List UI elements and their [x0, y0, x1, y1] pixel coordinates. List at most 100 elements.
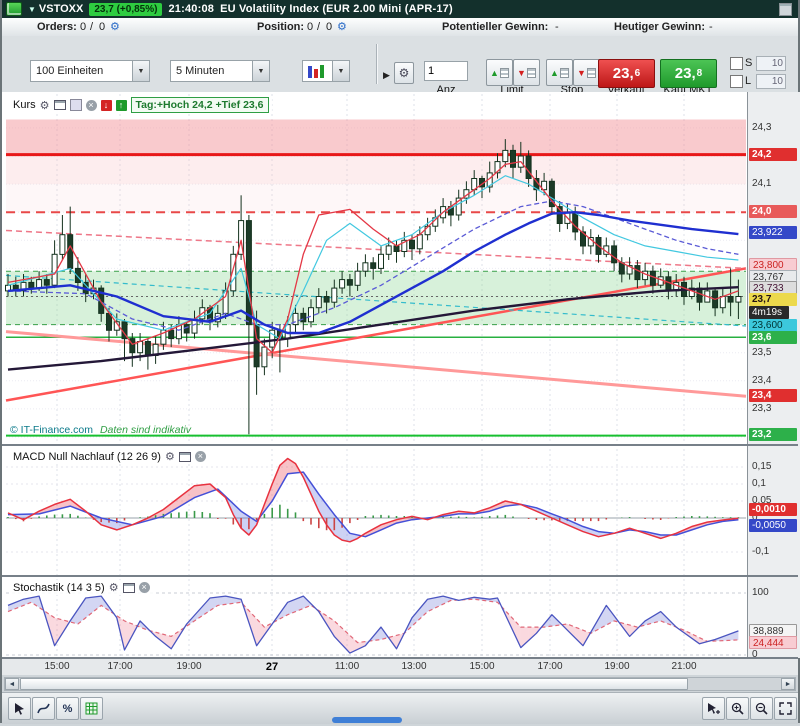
today-gain-value: -: [709, 21, 713, 33]
zoom-out-button[interactable]: [750, 697, 773, 720]
price-panel-header: Kurs ⚙ × ↓ ↑ Tag:+Hoch 24,2 +Tief 23,6: [10, 96, 272, 114]
app-icon: [6, 2, 22, 16]
status-bar: Orders: 0 / 0 ⚙ Position: 0 / 0 ⚙ Potent…: [2, 18, 798, 37]
window-icon[interactable]: [122, 582, 135, 593]
day-range-badge: Tag:+Hoch 24,2 +Tief 23,6: [130, 97, 269, 113]
up-arrow-icon: ▲: [550, 67, 559, 78]
price-axis[interactable]: [747, 92, 800, 658]
buy-market-button[interactable]: 23, 8: [660, 59, 717, 88]
main-toolbar: 100 Einheiten ▼ 5 Minuten ▼ ▼ ▶ ⚙ Anz Li…: [2, 36, 798, 108]
scroll-indicator[interactable]: [332, 717, 402, 723]
sell-stop-button[interactable]: ▼: [573, 59, 600, 86]
price-change-badge: 23,7 (+0,85%): [89, 2, 163, 16]
chevron-down-icon: ▼: [132, 61, 149, 81]
save-icon[interactable]: [69, 99, 82, 111]
stop-loss-label: S: [745, 57, 753, 69]
sell-limit-button[interactable]: ▼: [513, 59, 540, 86]
chart-style-icon: [303, 64, 332, 78]
down-arrow-icon: ▼: [517, 67, 526, 78]
buy-stop-button[interactable]: ▲: [546, 59, 573, 86]
units-value: 100 Einheiten: [36, 65, 104, 77]
zoom-in-icon: [731, 702, 744, 715]
window-title: EU Volatility Index (EUR 2.00 Mini (APR-…: [220, 3, 453, 15]
window-time: 21:40:08: [168, 3, 215, 15]
fit-chart-button[interactable]: [774, 697, 797, 720]
select-zoom-button[interactable]: [702, 697, 725, 720]
stoch-panel-header: Stochastik (14 3 5) ⚙ ×: [10, 580, 153, 595]
limit-profit-label: L: [745, 75, 752, 87]
position-count-2: 0: [326, 21, 333, 33]
sell-market-button[interactable]: 23, 6: [598, 59, 655, 88]
units-dropdown[interactable]: 100 Einheiten ▼: [30, 60, 150, 82]
buy-alert-icon[interactable]: ↑: [115, 99, 127, 111]
orders-count: 0: [80, 21, 87, 33]
limit-profit-checkbox[interactable]: [730, 75, 743, 88]
window-menu-icon[interactable]: [779, 3, 792, 16]
up-arrow-icon: ▲: [490, 67, 499, 78]
window-icon[interactable]: [178, 451, 191, 462]
orders-separator: /: [90, 21, 94, 33]
buy-limit-button[interactable]: ▲: [486, 59, 513, 86]
symbol-dropdown-icon: ▼: [28, 4, 36, 14]
position-settings-icon[interactable]: ⚙: [337, 18, 347, 36]
position-label: Position:: [257, 21, 305, 33]
macd-panel-header: MACD Null Nachlauf (12 26 9) ⚙ ×: [10, 449, 209, 464]
stoch-panel-title: Stochastik (14 3 5): [13, 581, 105, 594]
chart-style-dropdown[interactable]: ▼: [302, 60, 350, 82]
window-icon[interactable]: [53, 100, 66, 110]
chart-area[interactable]: [2, 92, 800, 658]
cursor-tool-button[interactable]: [8, 697, 31, 720]
zoom-out-icon: [755, 702, 768, 715]
order-book-icon: [559, 67, 569, 78]
wrench-icon[interactable]: ⚙: [40, 99, 50, 112]
today-gain-label: Heutiger Gewinn:: [614, 21, 706, 33]
potential-gain-value: -: [555, 21, 559, 33]
watermark-source: © IT-Finance.com: [10, 424, 94, 436]
sell-alert-icon[interactable]: ↓: [100, 99, 112, 111]
wrench-icon[interactable]: ⚙: [109, 581, 119, 594]
panel-separator: [2, 657, 798, 659]
chevron-down-icon: ▼: [252, 61, 269, 81]
close-icon[interactable]: ×: [194, 451, 206, 462]
time-axis[interactable]: [2, 659, 798, 675]
title-bar: ▼ VSTOXX 23,7 (+0,85%) 21:40:08 EU Volat…: [2, 0, 798, 18]
close-icon[interactable]: ×: [138, 582, 150, 593]
quantity-input[interactable]: [424, 61, 468, 81]
watermark-note: Daten sind indikativ: [99, 424, 191, 436]
stop-loss-checkbox[interactable]: [730, 57, 743, 70]
interval-dropdown[interactable]: 5 Minuten ▼: [170, 60, 270, 82]
scrollbar-thumb[interactable]: [20, 678, 688, 690]
expand-icon: [779, 702, 792, 715]
trade-settings-button[interactable]: ⚙: [394, 62, 414, 84]
potential-gain-label: Potentieller Gewinn:: [442, 21, 549, 33]
sell-price: 23,: [612, 65, 634, 82]
chevron-down-icon: ▼: [332, 61, 349, 81]
bottom-toolbar: %: [2, 692, 798, 724]
scroll-left-icon[interactable]: ◄: [5, 678, 19, 690]
chart-scrollbar[interactable]: ◄ ►: [4, 677, 796, 691]
watermark: © IT-Finance.com Daten sind indikativ: [10, 424, 191, 436]
drawing-tool-button[interactable]: [32, 697, 55, 720]
percent-tool-button[interactable]: %: [56, 697, 79, 720]
cursor-plus-icon: [708, 703, 720, 714]
down-arrow-icon: ▼: [577, 67, 586, 78]
symbol-selector[interactable]: ▼ VSTOXX: [28, 3, 83, 15]
close-icon[interactable]: ×: [85, 99, 97, 111]
panel-separator[interactable]: [2, 444, 798, 446]
panel-collapse-icon[interactable]: ▶: [383, 70, 390, 81]
buy-price-decimal: 8: [696, 68, 703, 79]
toolbar-separator: [376, 44, 377, 84]
position-separator: /: [317, 21, 321, 33]
buy-price: 23,: [674, 65, 696, 82]
zoom-in-button[interactable]: [726, 697, 749, 720]
wrench-icon[interactable]: ⚙: [165, 450, 175, 463]
orders-settings-icon[interactable]: ⚙: [110, 18, 120, 36]
stop-loss-input[interactable]: [756, 56, 786, 71]
table-tool-button[interactable]: [80, 697, 103, 720]
table-icon: [85, 702, 98, 715]
order-book-icon: [526, 67, 536, 78]
panel-separator[interactable]: [2, 575, 798, 577]
orders-count-2: 0: [99, 21, 106, 33]
scroll-right-icon[interactable]: ►: [781, 678, 795, 690]
limit-profit-input[interactable]: [756, 74, 786, 89]
